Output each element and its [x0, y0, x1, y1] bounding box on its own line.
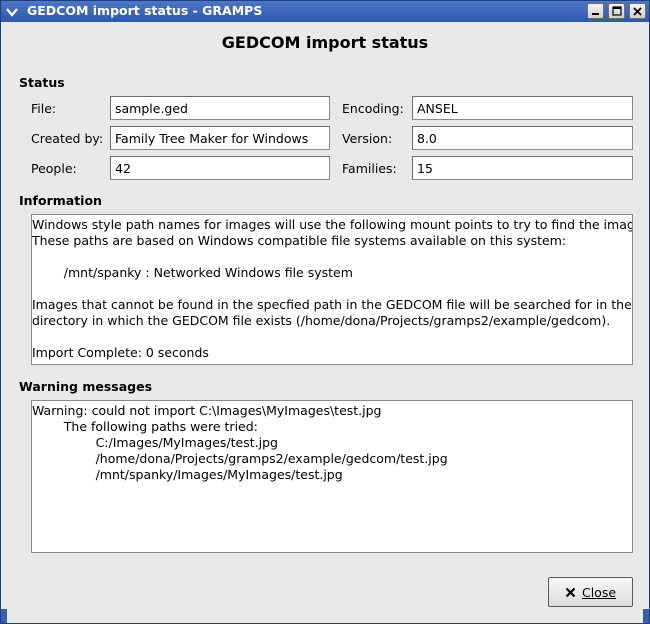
encoding-field[interactable]: ANSEL: [412, 96, 633, 120]
status-section-label: Status: [19, 75, 65, 90]
warning-messages-text-view[interactable]: Warning: could not import C:\Images\MyIm…: [31, 400, 633, 553]
file-field[interactable]: sample.ged: [110, 96, 330, 120]
people-label: People:: [31, 161, 77, 176]
information-line: Images that cannot be found in the specf…: [32, 297, 633, 312]
warning-line: C:/Images/MyImages/test.jpg: [32, 435, 278, 450]
information-line: Import Complete: 0 seconds: [32, 345, 209, 360]
information-line: Windows style path names for images will…: [32, 217, 633, 232]
close-window-button[interactable]: [629, 3, 646, 19]
minimize-icon: [592, 12, 599, 15]
title-bar[interactable]: GEDCOM import status - GRAMPS: [1, 1, 649, 22]
maximize-icon: [611, 6, 622, 16]
warning-line: /mnt/spanky/Images/MyImages/test.jpg: [32, 467, 343, 482]
dialog-heading: GEDCOM import status: [221, 33, 429, 52]
information-section-label: Information: [19, 193, 102, 208]
close-button[interactable]: Close: [548, 577, 633, 607]
version-label: Version:: [342, 131, 393, 146]
window-menu-button[interactable]: [4, 4, 19, 19]
information-line: [32, 249, 632, 265]
information-line: [32, 329, 632, 345]
created-by-field[interactable]: Family Tree Maker for Windows: [110, 126, 330, 150]
people-field[interactable]: 42: [110, 156, 330, 180]
x-icon: [565, 587, 576, 597]
window-title: GEDCOM import status - GRAMPS: [27, 3, 263, 18]
close-icon: [633, 6, 642, 16]
warning-messages-section-label: Warning messages: [19, 379, 153, 394]
file-label: File:: [31, 101, 57, 116]
information-line: These paths are based on Windows compati…: [32, 233, 567, 248]
families-field[interactable]: 15: [412, 156, 633, 180]
version-field[interactable]: 8.0: [412, 126, 633, 150]
encoding-label: Encoding:: [342, 101, 404, 116]
chevron-down-icon: [5, 7, 18, 17]
maximize-button[interactable]: [608, 3, 625, 19]
families-label: Families:: [342, 161, 397, 176]
information-line: directory in which the GEDCOM file exist…: [32, 313, 611, 328]
created-by-label: Created by:: [31, 131, 104, 146]
warning-line: /home/dona/Projects/gramps2/example/gedc…: [32, 451, 448, 466]
information-text-view[interactable]: Windows style path names for images will…: [31, 214, 633, 365]
close-button-label: Close: [581, 584, 617, 600]
warning-line: The following paths were tried:: [32, 419, 258, 434]
resize-handle-left[interactable]: [1, 609, 7, 623]
information-line: [32, 281, 632, 297]
resize-handle-right[interactable]: [643, 609, 649, 623]
information-line: /mnt/spanky : Networked Windows file sys…: [32, 265, 353, 280]
warning-line: Warning: could not import C:\Images\MyIm…: [32, 403, 382, 418]
minimize-button[interactable]: [587, 3, 604, 19]
gedcom-import-status-window: GEDCOM import status - GRAMPS GEDCOM imp…: [0, 0, 650, 624]
